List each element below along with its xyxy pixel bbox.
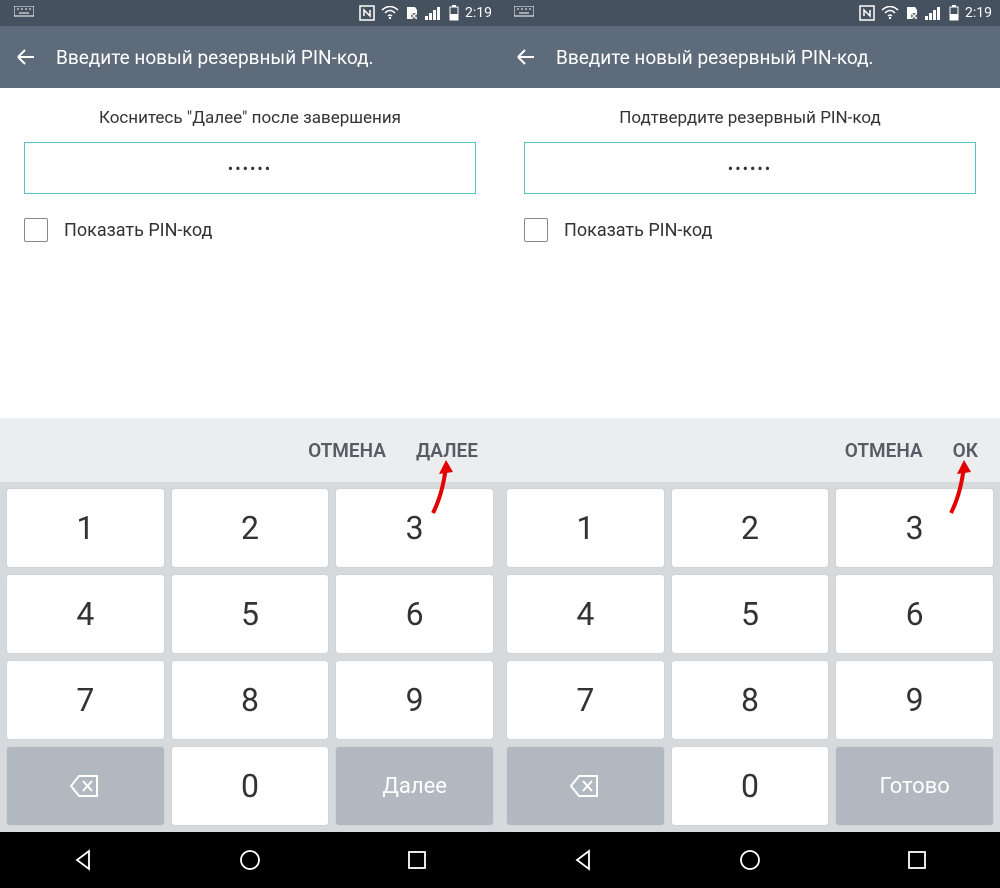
page-title: Введите новый резервный PIN-код.: [556, 46, 874, 69]
show-pin-label: Показать PIN-код: [564, 220, 712, 241]
page-title: Введите новый резервный PIN-код.: [56, 46, 374, 69]
signal-icon: [925, 6, 943, 20]
sim-icon: [905, 5, 919, 21]
wifi-icon: [381, 6, 399, 20]
status-time: 2:19: [465, 5, 492, 21]
key-1[interactable]: 1: [6, 488, 165, 568]
nav-recent[interactable]: [895, 838, 939, 882]
battery-icon: [949, 5, 959, 21]
key-6[interactable]: 6: [335, 574, 494, 654]
ok-button[interactable]: ОК: [953, 439, 978, 462]
nav-recent[interactable]: [395, 838, 439, 882]
key-done[interactable]: Далее: [335, 746, 494, 826]
numeric-keypad: 1 2 3 4 5 6 7 8 9 0 Готово: [500, 482, 1000, 832]
nav-home[interactable]: [728, 838, 772, 882]
nav-bar: [500, 832, 1000, 888]
phone-screen-right: 2:19 Введите новый резервный PIN-код. По…: [500, 0, 1000, 888]
phone-screen-left: 2:19 Введите новый резервный PIN-код. Ко…: [0, 0, 500, 888]
key-2[interactable]: 2: [671, 488, 830, 568]
instruction-text: Коснитесь "Далее" после завершения: [0, 88, 500, 142]
key-6[interactable]: 6: [835, 574, 994, 654]
show-pin-row[interactable]: Показать PIN-код: [0, 210, 500, 266]
show-pin-row[interactable]: Показать PIN-код: [500, 210, 1000, 266]
cancel-button[interactable]: ОТМЕНА: [308, 439, 386, 462]
key-done[interactable]: Готово: [835, 746, 994, 826]
key-3[interactable]: 3: [835, 488, 994, 568]
pin-input[interactable]: ••••••: [524, 142, 976, 194]
pin-input[interactable]: ••••••: [24, 142, 476, 194]
key-5[interactable]: 5: [171, 574, 330, 654]
content-area: Подтвердите резервный PIN-код •••••• Пок…: [500, 88, 1000, 276]
key-backspace[interactable]: [6, 746, 165, 826]
checkbox-icon[interactable]: [524, 218, 548, 242]
key-0[interactable]: 0: [171, 746, 330, 826]
key-8[interactable]: 8: [671, 660, 830, 740]
back-button[interactable]: [12, 43, 40, 71]
wifi-icon: [881, 6, 899, 20]
battery-icon: [449, 5, 459, 21]
numeric-keypad: 1 2 3 4 5 6 7 8 9 0 Далее: [0, 482, 500, 832]
instruction-text: Подтвердите резервный PIN-код: [500, 88, 1000, 142]
key-5[interactable]: 5: [671, 574, 830, 654]
back-button[interactable]: [512, 43, 540, 71]
show-pin-label: Показать PIN-код: [64, 220, 212, 241]
status-bar: 2:19: [500, 0, 1000, 26]
nfc-icon: [859, 5, 875, 21]
key-7[interactable]: 7: [6, 660, 165, 740]
app-bar: Введите новый резервный PIN-код.: [0, 26, 500, 88]
next-button[interactable]: ДАЛЕЕ: [416, 439, 478, 462]
spacer: [500, 276, 1000, 418]
key-2[interactable]: 2: [171, 488, 330, 568]
key-9[interactable]: 9: [335, 660, 494, 740]
keyboard-icon: [514, 6, 534, 20]
sim-icon: [405, 5, 419, 21]
key-7[interactable]: 7: [506, 660, 665, 740]
nav-home[interactable]: [228, 838, 272, 882]
key-4[interactable]: 4: [506, 574, 665, 654]
key-4[interactable]: 4: [6, 574, 165, 654]
key-8[interactable]: 8: [171, 660, 330, 740]
key-1[interactable]: 1: [506, 488, 665, 568]
key-3[interactable]: 3: [335, 488, 494, 568]
next-button-label: ДАЛЕЕ: [416, 439, 478, 462]
ok-button-label: ОК: [953, 439, 978, 462]
action-row: ОТМЕНА ОК: [500, 418, 1000, 482]
signal-icon: [425, 6, 443, 20]
checkbox-icon[interactable]: [24, 218, 48, 242]
content-area: Коснитесь "Далее" после завершения •••••…: [0, 88, 500, 276]
key-9[interactable]: 9: [835, 660, 994, 740]
status-bar: 2:19: [0, 0, 500, 26]
app-bar: Введите новый резервный PIN-код.: [500, 26, 1000, 88]
nav-bar: [0, 832, 500, 888]
key-0[interactable]: 0: [671, 746, 830, 826]
key-backspace[interactable]: [506, 746, 665, 826]
nav-back[interactable]: [61, 838, 105, 882]
nav-back[interactable]: [561, 838, 605, 882]
spacer: [0, 276, 500, 418]
keyboard-icon: [14, 6, 34, 20]
nfc-icon: [359, 5, 375, 21]
cancel-button[interactable]: ОТМЕНА: [845, 439, 923, 462]
status-time: 2:19: [965, 5, 992, 21]
action-row: ОТМЕНА ДАЛЕЕ: [0, 418, 500, 482]
